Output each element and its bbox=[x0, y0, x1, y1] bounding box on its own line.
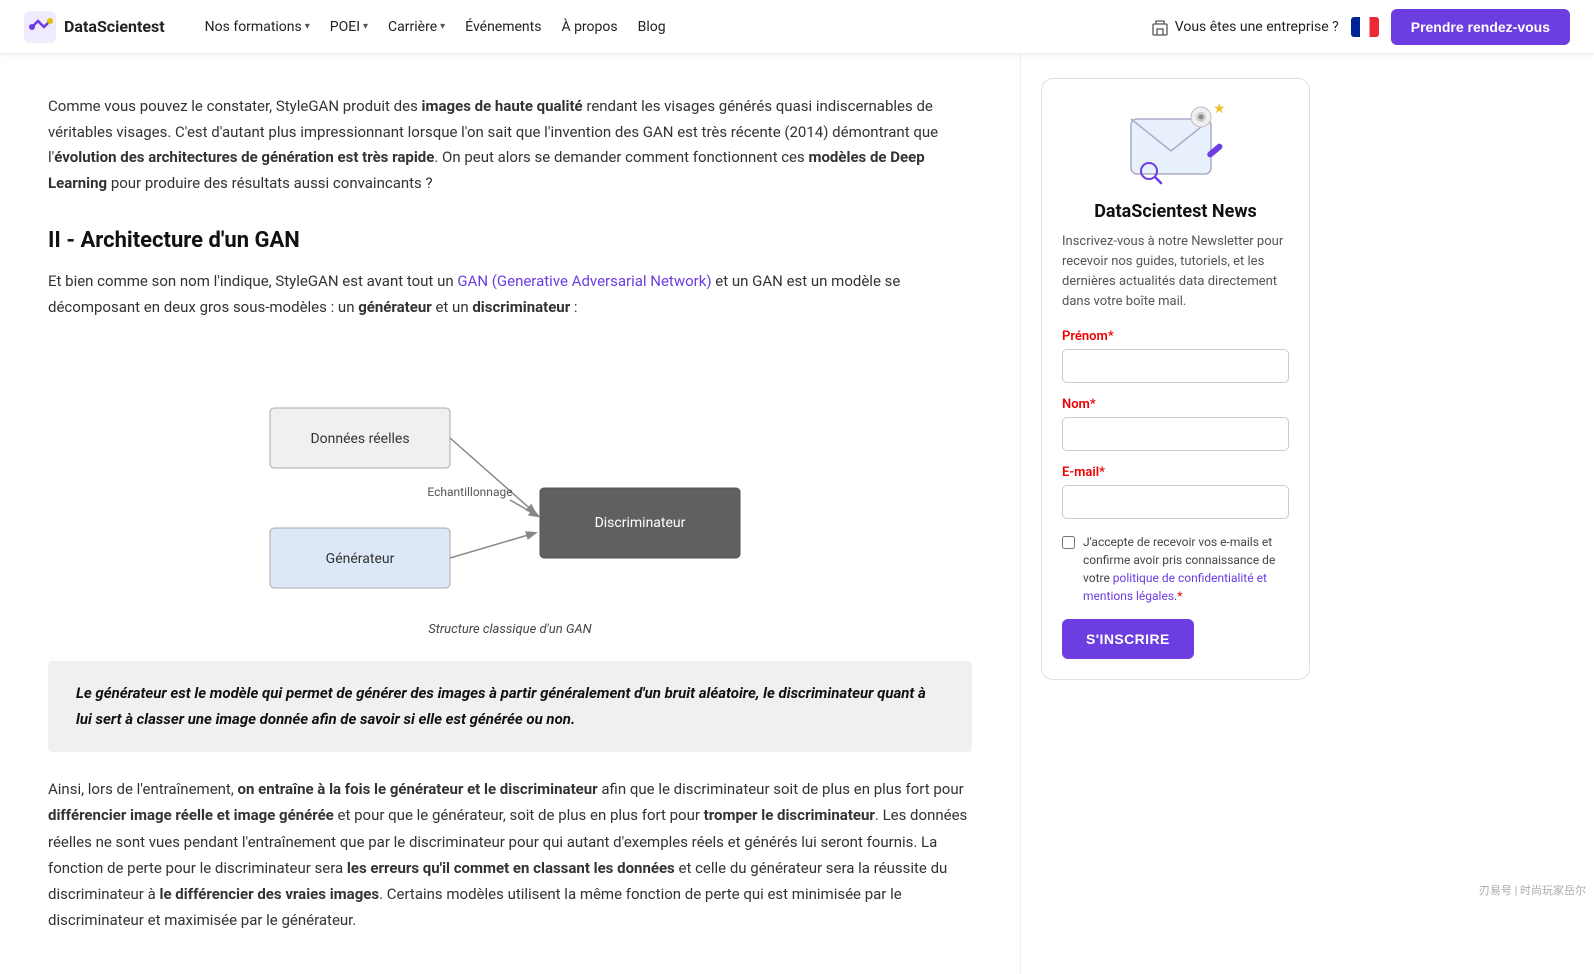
nav-carriere-label: Carrière bbox=[388, 19, 437, 35]
section-title: II - Architecture d'un GAN bbox=[48, 228, 972, 253]
gan-diagram: Données réelles Générateur Discriminateu… bbox=[250, 348, 770, 608]
nav-item-evenements[interactable]: Événements bbox=[457, 15, 549, 39]
nom-group: Nom* bbox=[1062, 397, 1289, 451]
newsletter-illustration: ★ bbox=[1121, 99, 1231, 189]
nom-required: * bbox=[1090, 397, 1096, 412]
section-intro-text: Et bien comme son nom l'indique, StyleGA… bbox=[48, 269, 972, 320]
svg-text:Données réelles: Données réelles bbox=[310, 431, 409, 447]
diagram-wrapper: Données réelles Générateur Discriminateu… bbox=[48, 348, 972, 637]
nav-item-blog[interactable]: Blog bbox=[630, 15, 674, 39]
nav-links: Nos formations ▾ POEI ▾ Carrière ▾ Événe… bbox=[197, 15, 674, 39]
prenom-label: Prénom* bbox=[1062, 329, 1289, 344]
highlight-block: Le générateur est le modèle qui permet d… bbox=[48, 661, 972, 752]
main-content: Comme vous pouvez le constater, StyleGAN… bbox=[0, 54, 1020, 974]
chevron-down-icon: ▾ bbox=[363, 21, 368, 32]
nav-blog-label: Blog bbox=[638, 19, 666, 35]
prenom-group: Prénom* bbox=[1062, 329, 1289, 383]
navbar-left: DataScientest Nos formations ▾ POEI ▾ Ca… bbox=[24, 11, 674, 43]
watermark: 刃易号 | 时尚玩家岳尔 bbox=[1479, 882, 1586, 898]
svg-text:★: ★ bbox=[1213, 101, 1226, 117]
sidebar-illustration: ★ bbox=[1062, 99, 1289, 189]
nav-poei-label: POEI bbox=[330, 19, 360, 35]
navbar: DataScientest Nos formations ▾ POEI ▾ Ca… bbox=[0, 0, 1594, 54]
logo[interactable]: DataScientest bbox=[24, 11, 165, 43]
nav-item-poei[interactable]: POEI ▾ bbox=[322, 15, 376, 39]
nav-item-apropos[interactable]: À propos bbox=[553, 15, 625, 39]
cta-button[interactable]: Prendre rendez-vous bbox=[1391, 9, 1570, 45]
subscribe-button[interactable]: S'INSCRIRE bbox=[1062, 619, 1194, 659]
entreprise-button[interactable]: Vous êtes une entreprise ? bbox=[1151, 18, 1339, 36]
nav-evenements-label: Événements bbox=[465, 19, 541, 35]
email-group: E-mail* bbox=[1062, 465, 1289, 519]
svg-text:Echantillonnage: Echantillonnage bbox=[427, 485, 512, 499]
body-text-1: Ainsi, lors de l'entraînement, on entraî… bbox=[48, 776, 972, 934]
politique-link[interactable]: politique de confidentialité et mentions… bbox=[1083, 571, 1267, 603]
intro-paragraph: Comme vous pouvez le constater, StyleGAN… bbox=[48, 94, 972, 196]
sidebar-card: ★ DataScientest News Inscrivez-vous à no… bbox=[1041, 78, 1310, 680]
email-label: E-mail* bbox=[1062, 465, 1289, 480]
prenom-input[interactable] bbox=[1062, 349, 1289, 383]
logo-icon bbox=[24, 11, 56, 43]
logo-text: DataScientest bbox=[64, 17, 165, 36]
entreprise-label: Vous êtes une entreprise ? bbox=[1175, 19, 1339, 35]
diagram-svg: Données réelles Générateur Discriminateu… bbox=[250, 348, 770, 612]
chevron-down-icon: ▾ bbox=[305, 21, 310, 32]
building-icon bbox=[1151, 18, 1169, 36]
chevron-down-icon: ▾ bbox=[440, 21, 445, 32]
email-required: * bbox=[1099, 465, 1105, 480]
nav-item-formations[interactable]: Nos formations ▾ bbox=[197, 15, 318, 39]
nav-item-carriere[interactable]: Carrière ▾ bbox=[380, 15, 453, 39]
sidebar-title: DataScientest News bbox=[1062, 201, 1289, 222]
prenom-required: * bbox=[1108, 329, 1114, 344]
email-input[interactable] bbox=[1062, 485, 1289, 519]
nom-label: Nom* bbox=[1062, 397, 1289, 412]
consent-checkbox[interactable] bbox=[1062, 536, 1075, 549]
page-wrapper: Comme vous pouvez le constater, StyleGAN… bbox=[0, 54, 1594, 974]
nav-apropos-label: À propos bbox=[561, 19, 617, 35]
svg-text:Discriminateur: Discriminateur bbox=[595, 515, 686, 531]
consent-row: J'accepte de recevoir vos e-mails et con… bbox=[1062, 533, 1289, 605]
sidebar: ★ DataScientest News Inscrivez-vous à no… bbox=[1020, 54, 1330, 974]
gan-link[interactable]: GAN (Generative Adversarial Network) bbox=[457, 272, 711, 290]
sidebar-desc: Inscrivez-vous à notre Newsletter pour r… bbox=[1062, 232, 1289, 313]
newsletter-form: Prénom* Nom* E-mail* bbox=[1062, 329, 1289, 659]
highlight-text: Le générateur est le modèle qui permet d… bbox=[76, 681, 944, 732]
svg-text:Générateur: Générateur bbox=[326, 551, 395, 567]
nav-formations-label: Nos formations bbox=[205, 19, 302, 35]
nom-input[interactable] bbox=[1062, 417, 1289, 451]
consent-label: J'accepte de recevoir vos e-mails et con… bbox=[1083, 533, 1289, 605]
flag-france[interactable] bbox=[1351, 17, 1379, 37]
diagram-caption: Structure classique d'un GAN bbox=[428, 622, 591, 637]
navbar-right: Vous êtes une entreprise ? Prendre rende… bbox=[1151, 9, 1570, 45]
